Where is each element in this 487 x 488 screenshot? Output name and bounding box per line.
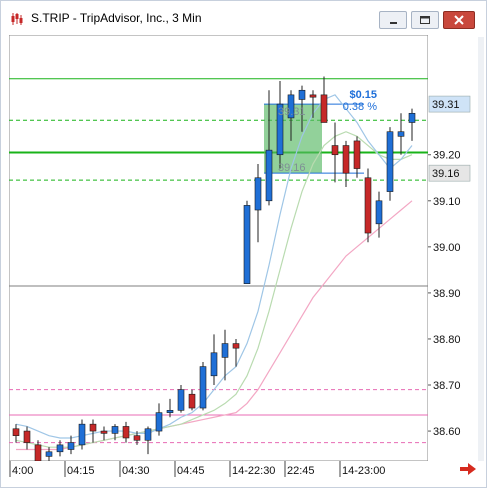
window-resize-edge[interactable] (478, 37, 484, 461)
price-tick-label: 39.00 (433, 242, 461, 254)
candle-down (353, 140, 361, 169)
window-title: S.TRIP - TripAdvisor, Inc., 3 Min (31, 11, 202, 25)
candle-down (232, 343, 240, 349)
time-tick-label: 4:00 (12, 465, 33, 477)
candle-up (375, 200, 383, 225)
price-tick-label: 39.10 (433, 196, 461, 208)
price-flag-label: 39.31 (432, 99, 460, 111)
candle-down (309, 94, 317, 98)
maximize-icon (420, 16, 430, 24)
candle-up (397, 131, 405, 137)
candle-up (265, 149, 273, 202)
time-tick-label: 22:45 (287, 465, 315, 477)
time-tick-label: 04:45 (177, 465, 205, 477)
time-tick-label: 04:30 (122, 465, 150, 477)
title-bar[interactable]: S.TRIP - TripAdvisor, Inc., 3 Min (1, 1, 486, 35)
measure-low-label: 39.16 (278, 162, 306, 174)
time-tick-label: 04:15 (67, 465, 95, 477)
price-flag-label: 39.16 (432, 168, 460, 180)
candle-down (331, 145, 339, 156)
candle-up (199, 366, 207, 409)
candle-down (320, 94, 328, 123)
price-tick-label: 39.20 (433, 150, 461, 162)
candle-up (67, 442, 75, 450)
candle-down (364, 177, 372, 234)
candle-down (89, 423, 97, 432)
candle-down (34, 444, 42, 461)
price-chart-plot[interactable]: 39.31 39.16 $0.150.38 % (9, 35, 428, 461)
candle-up (56, 444, 64, 453)
candle-up (78, 423, 86, 446)
candle-up (243, 205, 251, 284)
candle-up (45, 451, 53, 457)
price-tick-label: 38.60 (433, 426, 461, 438)
maximize-button[interactable] (411, 11, 439, 29)
candle-down (122, 426, 130, 439)
measure-change-label: $0.15 (349, 89, 377, 101)
candle-up (166, 410, 174, 413)
scroll-right-arrow-icon[interactable] (458, 461, 478, 477)
candle-down (188, 393, 196, 409)
minimize-icon (390, 22, 397, 24)
candle-up (210, 352, 218, 377)
candle-up (144, 428, 152, 441)
candle-down (23, 430, 31, 443)
candle-up (155, 412, 163, 432)
candle-up (386, 131, 394, 192)
chart-window: S.TRIP - TripAdvisor, Inc., 3 Min 39.31 3… (0, 0, 487, 488)
price-tick-label: 38.80 (433, 334, 461, 346)
minimize-button[interactable] (379, 11, 407, 29)
candle-up (221, 343, 229, 358)
candle-up (298, 89, 306, 100)
candlestick-chart-icon (10, 12, 24, 26)
time-axis[interactable]: 4:00 04:15 04:30 04:45 14-22:30 22:45 14-23:00 (9, 461, 428, 479)
close-button[interactable] (443, 11, 475, 29)
candle-down (12, 428, 20, 436)
candle-down (100, 430, 108, 434)
measure-percent-label: 0.38 % (343, 101, 377, 113)
time-tick-label: 14-22:30 (232, 465, 275, 477)
candle-up (254, 177, 262, 211)
time-tick-label: 14-23:00 (342, 465, 385, 477)
candle-up (177, 389, 185, 411)
close-icon (454, 15, 464, 25)
candle-down (133, 435, 141, 441)
candle-up (111, 426, 119, 434)
candle-down (342, 145, 350, 174)
price-axis[interactable]: 39.20 39.10 39.00 38.90 38.80 38.70 38.60 39.31… (428, 35, 476, 461)
price-tick-label: 38.90 (433, 288, 461, 300)
candle-up (408, 112, 416, 123)
price-tick-label: 38.70 (433, 380, 461, 392)
measure-high-label: 39.31 (278, 106, 306, 118)
